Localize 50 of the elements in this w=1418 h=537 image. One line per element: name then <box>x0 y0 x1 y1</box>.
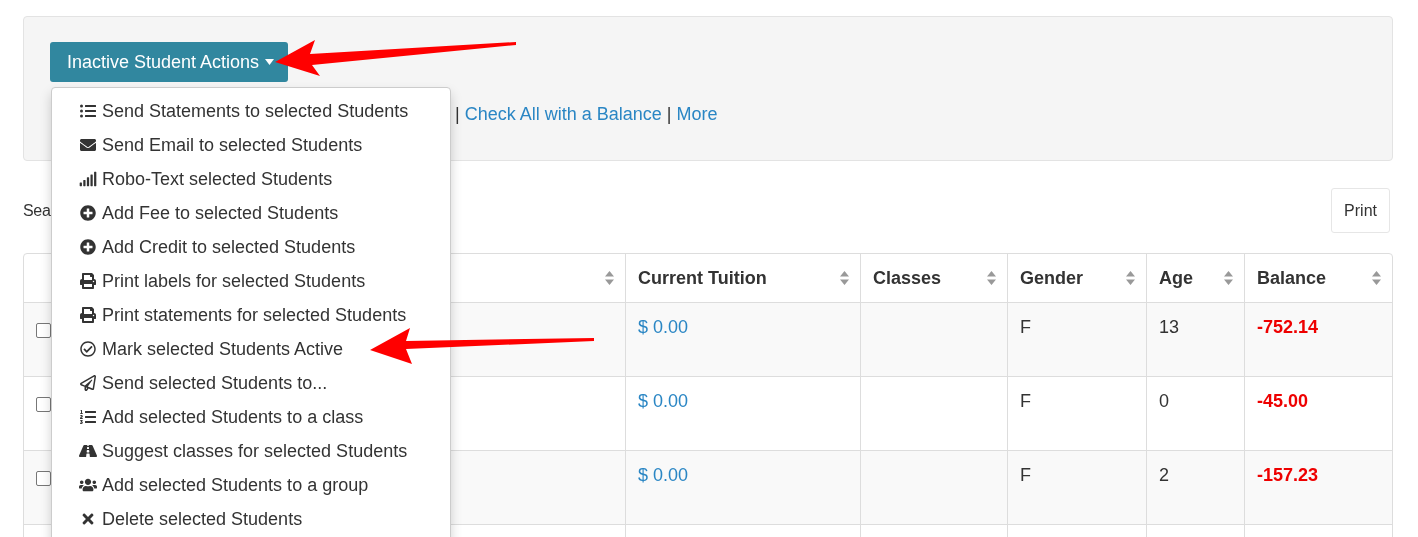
menu-item[interactable]: Send selected Students to... <box>52 366 450 400</box>
menu-item[interactable]: Print statements for selected Students <box>52 298 450 332</box>
sort-icon[interactable] <box>986 270 997 286</box>
menu-item[interactable]: Add Fee to selected Students <box>52 196 450 230</box>
table-cell: 13 <box>1159 317 1180 337</box>
table-cell: 0 <box>1159 391 1169 411</box>
menu-item[interactable]: Suggest classes for selected Students <box>52 434 450 468</box>
printer-icon <box>79 273 97 289</box>
sort-icon[interactable] <box>1223 270 1234 286</box>
menu-item[interactable]: Add Credit to selected Students <box>52 230 450 264</box>
balance-amount: -752.14 <box>1257 317 1319 337</box>
table-cell: 2 <box>1159 465 1169 485</box>
table-cell: F <box>1020 465 1031 485</box>
check-link[interactable]: More <box>676 104 718 125</box>
menu-item[interactable]: Send Statements to selected Students <box>52 94 450 128</box>
signal-bars-icon <box>79 171 97 187</box>
search-label: Sea <box>23 201 51 220</box>
users-icon <box>79 477 97 493</box>
menu-item[interactable]: Delete selected Students <box>52 502 450 536</box>
menu-item[interactable]: Robo-Text selected Students <box>52 162 450 196</box>
sort-icon[interactable] <box>839 270 850 286</box>
list-icon <box>79 103 97 119</box>
tuition-link[interactable]: $ 0.00 <box>638 465 689 485</box>
print-button[interactable]: Print <box>1331 188 1390 233</box>
menu-item[interactable]: Send Email to selected Students <box>52 128 450 162</box>
menu-item[interactable]: Add selected Students to a class <box>52 400 450 434</box>
row-checkbox[interactable] <box>36 397 51 412</box>
check-link[interactable]: Check All with a Balance <box>464 104 662 125</box>
row-checkbox[interactable] <box>36 471 51 486</box>
numbered-list-icon <box>79 409 97 425</box>
sort-icon[interactable] <box>1125 270 1136 286</box>
sort-icon[interactable] <box>604 270 615 286</box>
table-cell: F <box>1020 391 1031 411</box>
road-icon <box>79 443 97 459</box>
menu-item[interactable]: Mark selected Students Active <box>52 332 450 366</box>
table-cell: F <box>1020 317 1031 337</box>
link-separator: | <box>666 104 672 125</box>
envelope-icon <box>79 137 97 153</box>
printer-icon <box>79 307 97 323</box>
balance-amount: -157.23 <box>1257 465 1319 485</box>
menu-item[interactable]: Print labels for selected Students <box>52 264 450 298</box>
tuition-link[interactable]: $ 0.00 <box>638 391 689 411</box>
caret-icon <box>265 59 275 65</box>
balance-amount: -45.00 <box>1257 391 1309 411</box>
menu-item[interactable]: Add selected Students to a group <box>52 468 450 502</box>
paper-plane-icon <box>79 375 97 391</box>
sort-icon[interactable] <box>1371 270 1382 286</box>
link-separator: | <box>455 104 460 125</box>
row-checkbox[interactable] <box>36 323 51 338</box>
tuition-link[interactable]: $ 0.00 <box>638 317 689 337</box>
